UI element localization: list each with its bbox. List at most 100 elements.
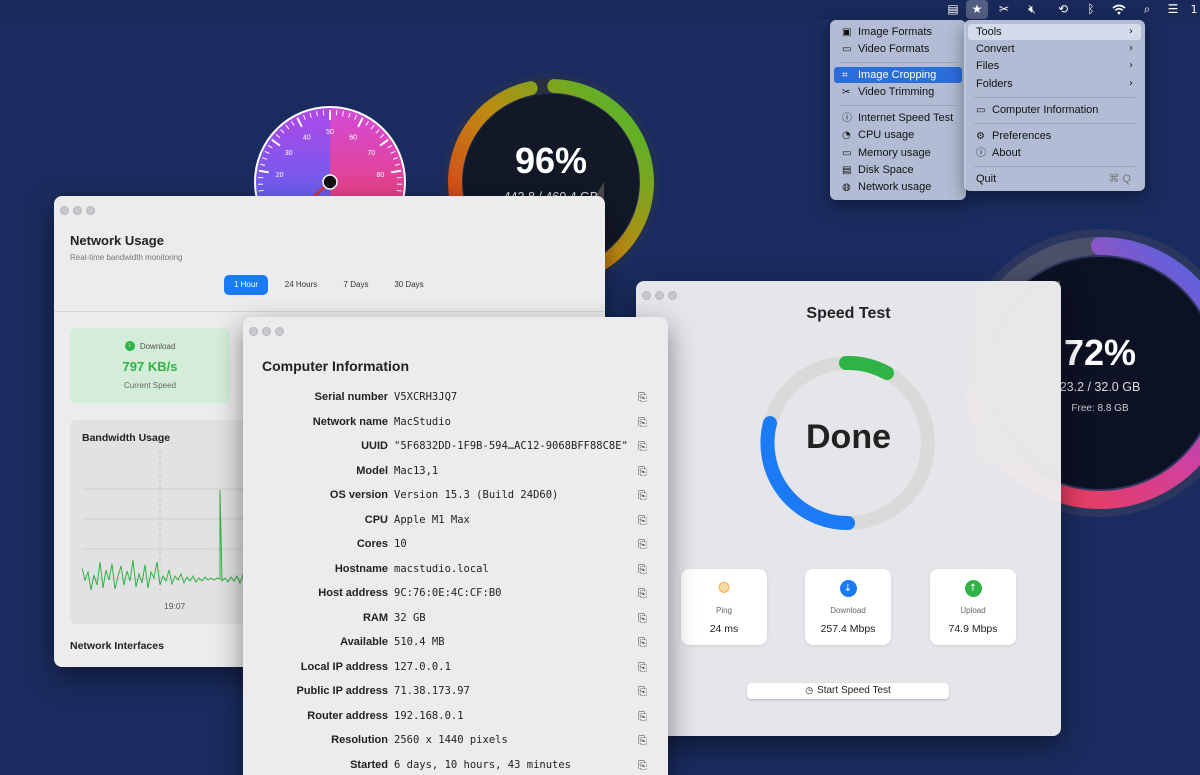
menu-item-video-formats[interactable]: ▭ Video Formats — [834, 41, 962, 57]
menu-item-disk-space[interactable]: ▤ Disk Space — [834, 162, 962, 178]
stage-manager-icon[interactable]: ▤ — [942, 0, 964, 19]
download-card: ↓ Download 257.4 Mbps — [805, 569, 891, 645]
gauge-minor-tick — [396, 189, 402, 192]
clock-icon: ◔ — [842, 130, 851, 141]
info-value: 32 GB — [394, 611, 426, 624]
upload-arrow-icon: ↑ — [930, 579, 1016, 597]
copy-icon[interactable]: ⎘ — [638, 563, 647, 577]
range-7-days[interactable]: 7 Days — [336, 275, 376, 295]
tools-submenu: ▣ Image Formats ▭ Video Formats ⌗ Image Cro… — [830, 20, 966, 200]
close-button[interactable] — [249, 327, 258, 336]
info-key: Hostname — [334, 562, 388, 575]
info-row: Local IP address 127.0.0.1 ⎘ — [243, 661, 668, 679]
control-center-icon[interactable]: ☰ — [1162, 0, 1184, 19]
menu-separator — [974, 97, 1135, 98]
menu-item-label: Quit — [976, 173, 997, 185]
info-value: 9C:76:0E:4C:CF:B0 — [394, 587, 502, 599]
menu-bar: ▤ ★ ✂ 🔇︎ ⟲ ᛒ ⌕ ☰ 1 — [0, 0, 1200, 19]
menu-item-preferences[interactable]: ⚙ Preferences — [968, 128, 1141, 144]
info-row: Serial number V5XCRH3JQ7 ⎘ — [243, 391, 668, 409]
info-value: 2560 x 1440 pixels — [394, 734, 508, 746]
scissors-icon[interactable]: ✂ — [993, 0, 1015, 19]
info-value: 6 days, 10 hours, 43 minutes — [394, 758, 572, 771]
menu-item-label: Convert — [976, 43, 1015, 55]
range-30-days[interactable]: 30 Days — [386, 275, 432, 295]
copy-icon[interactable]: ⎘ — [638, 685, 647, 699]
range-24-hours[interactable]: 24 Hours — [276, 275, 326, 295]
gauge-tick-label: 30 — [285, 150, 293, 157]
menu-item-quit[interactable]: Quit ⌘ Q — [968, 171, 1141, 187]
zoom-button[interactable] — [275, 327, 284, 336]
copy-icon[interactable]: ⎘ — [638, 734, 647, 748]
menu-item-label: Memory usage — [858, 147, 931, 159]
time-machine-icon[interactable]: ⟲ — [1052, 0, 1074, 19]
copy-icon[interactable]: ⎘ — [638, 661, 647, 675]
menu-item-convert[interactable]: Convert › — [968, 41, 1141, 57]
menu-item-cpu-usage[interactable]: ◔ CPU usage — [834, 127, 962, 143]
close-button[interactable] — [60, 206, 69, 215]
minimize-button[interactable] — [262, 327, 271, 336]
copy-icon[interactable]: ⎘ — [638, 587, 647, 601]
info-key: Local IP address — [300, 660, 388, 673]
copy-icon[interactable]: ⎘ — [638, 465, 647, 479]
menu-item-memory-usage[interactable]: ▭ Memory usage — [834, 145, 962, 161]
range-1-hour[interactable]: 1 Hour — [224, 275, 268, 295]
copy-icon[interactable]: ⎘ — [638, 489, 647, 503]
menu-separator — [974, 166, 1135, 167]
menu-item-files[interactable]: Files › — [968, 58, 1141, 74]
bandwidth-chart — [82, 450, 262, 596]
download-arrow-icon: ↓ — [805, 579, 891, 597]
copy-icon[interactable]: ⎘ — [638, 440, 647, 454]
menu-item-label: Tools — [976, 26, 1002, 38]
bluetooth-icon[interactable]: ᛒ — [1080, 0, 1102, 19]
start-speed-test-button[interactable]: ◷ Start Speed Test — [747, 683, 949, 699]
minimize-button[interactable] — [655, 291, 664, 300]
download-label: Download — [830, 606, 866, 615]
chevron-right-icon: › — [1129, 60, 1133, 71]
video-camera-icon: ▭ — [842, 44, 852, 55]
copy-icon[interactable]: ⎘ — [638, 710, 647, 724]
menu-separator — [840, 62, 956, 63]
star-icon[interactable]: ★ — [966, 0, 988, 19]
wifi-icon[interactable] — [1108, 0, 1130, 19]
info-row: Hostname macstudio.local ⎘ — [243, 563, 668, 581]
gauge-minor-tick — [258, 189, 264, 192]
menu-item-label: Disk Space — [858, 164, 914, 176]
zoom-button[interactable] — [86, 206, 95, 215]
copy-icon[interactable]: ⎘ — [638, 416, 647, 430]
copy-icon[interactable]: ⎘ — [638, 636, 647, 650]
menu-item-label: Folders — [976, 78, 1013, 90]
info-value: 127.0.0.1 — [394, 660, 451, 673]
close-button[interactable] — [642, 291, 651, 300]
search-icon[interactable]: ⌕ — [1136, 0, 1158, 19]
info-value: 71.38.173.97 — [394, 685, 470, 697]
copy-icon[interactable]: ⎘ — [638, 759, 647, 773]
info-row: Available 510.4 MB ⎘ — [243, 636, 668, 654]
copy-icon[interactable]: ⎘ — [638, 612, 647, 626]
menu-item-image-formats[interactable]: ▣ Image Formats — [834, 24, 962, 40]
copy-icon[interactable]: ⎘ — [638, 538, 647, 552]
menu-item-about[interactable]: ⓘ About — [968, 145, 1141, 161]
menu-item-tools[interactable]: Tools › — [968, 24, 1141, 40]
menu-item-label: Computer Information — [992, 104, 1099, 116]
menu-item-video-trimming[interactable]: ✂ Video Trimming — [834, 84, 962, 100]
info-row: Model Mac13,1 ⎘ — [243, 465, 668, 483]
minimize-button[interactable] — [73, 206, 82, 215]
menu-item-folders[interactable]: Folders › — [968, 76, 1141, 92]
window-controls — [642, 287, 681, 305]
menu-item-network-usage[interactable]: ◍ Network usage — [834, 179, 962, 195]
speed-test-status: Done — [806, 418, 891, 456]
menu-item-image-cropping[interactable]: ⌗ Image Cropping — [834, 67, 962, 83]
zoom-button[interactable] — [668, 291, 677, 300]
mute-icon[interactable]: 🔇︎ — [1021, 0, 1043, 19]
info-icon: ⓘ — [976, 148, 986, 159]
copy-icon[interactable]: ⎘ — [638, 391, 647, 405]
menu-item-computer-information[interactable]: ▭ Computer Information — [968, 102, 1141, 118]
info-value: 10 — [394, 538, 407, 550]
ping-value: 24 ms — [709, 623, 739, 635]
menu-item-label: Video Formats — [858, 43, 930, 55]
copy-icon[interactable]: ⎘ — [638, 514, 647, 528]
globe-icon: ◍ — [717, 579, 731, 595]
info-value: Version 15.3 (Build 24D60) — [394, 489, 559, 501]
menu-item-internet-speed-test[interactable]: ⓘ Internet Speed Test — [834, 110, 962, 126]
